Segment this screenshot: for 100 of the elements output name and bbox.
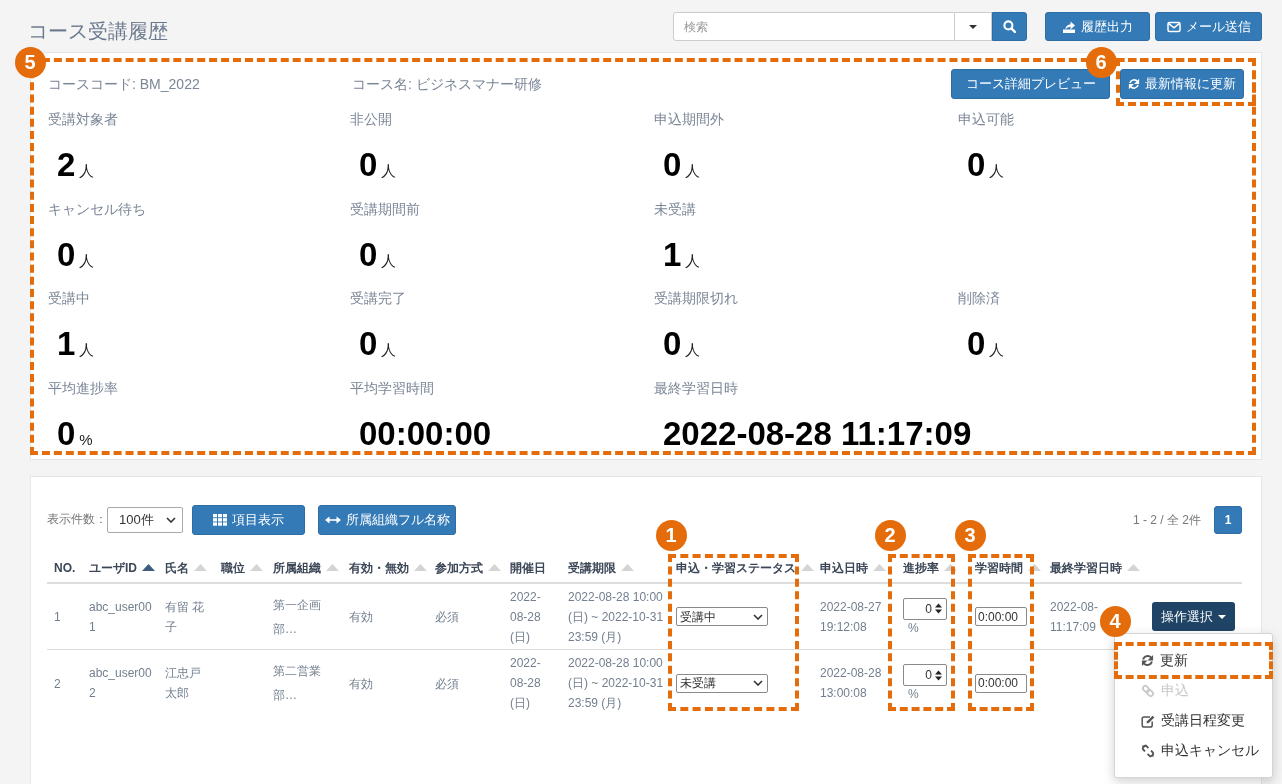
stat-value: 1 — [663, 234, 682, 275]
column-header: NO. — [54, 559, 76, 577]
progress-input[interactable]: 0 — [903, 664, 947, 686]
stat-value: 0 — [359, 324, 378, 364]
stat-unit: 人 — [381, 161, 397, 181]
grid-icon — [213, 514, 227, 526]
column-header[interactable]: 進捗率 — [903, 558, 939, 577]
user-name: 有留 花子 — [165, 598, 206, 636]
left-right-arrow-icon — [324, 514, 341, 526]
status-select[interactable]: 受講中 — [676, 607, 768, 626]
column-header[interactable]: 申込・学習ステータス — [676, 558, 796, 577]
stat-label: 受講完了 — [350, 289, 406, 308]
user-id: abc_user001 — [89, 598, 153, 636]
progress-input[interactable]: 0 — [903, 597, 947, 620]
stat-label: 受講中 — [48, 289, 90, 308]
application-datetime: 2022-08-27 19:12:08 — [820, 598, 883, 636]
column-header[interactable]: 申込日時 — [820, 558, 868, 577]
column-header[interactable]: 学習時間 — [975, 558, 1023, 577]
stat-unit: 人 — [381, 250, 397, 271]
column-header[interactable]: 氏名 — [165, 558, 189, 577]
callout-marker: 3 — [954, 519, 986, 551]
chevron-down-icon — [753, 680, 763, 686]
stat-value: 0 — [57, 413, 76, 454]
column-header[interactable]: 最終学習日時 — [1050, 558, 1122, 577]
operation-select-button[interactable]: 操作選択 — [1152, 602, 1235, 631]
refresh-icon — [1141, 654, 1154, 667]
refresh-icon — [1128, 78, 1140, 90]
stat-value: 0 — [663, 324, 682, 364]
page-button[interactable]: 1 — [1214, 506, 1242, 534]
column-header[interactable]: 参加方式 — [435, 558, 483, 577]
stat-label: 平均学習時間 — [350, 378, 434, 398]
course-preview-button[interactable]: コース詳細プレビュー — [951, 69, 1110, 99]
refresh-button[interactable]: 最新情報に更新 — [1120, 69, 1244, 99]
last-study-datetime: 2022-08- 11:17:09 — [1050, 598, 1099, 636]
column-header[interactable]: 受講期限 — [568, 558, 616, 577]
page-title: コース受講履歴 — [28, 19, 168, 43]
menu-item[interactable]: 受講日程変更 — [1119, 707, 1268, 734]
validity-status: 有効 — [349, 609, 373, 627]
menu-item[interactable]: 更新 — [1119, 647, 1268, 674]
stat-value: 0 — [359, 234, 378, 275]
status-select[interactable]: 未受講 — [676, 673, 768, 693]
stat-unit: 人 — [685, 340, 701, 360]
org-full-name-button[interactable]: 所属組織フル名称 — [318, 505, 456, 535]
stat-label: 平均進捗率 — [48, 378, 118, 398]
stat-label: 受講期限切れ — [654, 289, 738, 308]
stat-value: 1 — [57, 324, 76, 364]
stat-unit: % — [79, 429, 93, 450]
stat-unit: 人 — [79, 250, 95, 271]
page-size-select[interactable]: 100件 — [107, 507, 183, 533]
course-name: コース名: ビジネスマナー研修 — [352, 74, 542, 94]
study-time-input[interactable]: 0:00:00 — [975, 673, 1027, 693]
unit-label: % — [908, 619, 919, 636]
callout-marker: 6 — [1085, 46, 1117, 78]
stat-value: 2022-08-28 11:17:09 — [663, 413, 972, 454]
column-header[interactable]: 職位 — [221, 558, 245, 577]
course-period: 2022-08-28 10:00 (日) ~ 2022-10-31 23:59 (月) — [568, 588, 665, 646]
validity-status: 有効 — [349, 675, 373, 693]
user-id: abc_user002 — [89, 665, 153, 702]
event-date: 2022-08-28 (日) — [510, 655, 542, 712]
search-icon — [1003, 20, 1016, 33]
page-range: 1 - 2 / 全 2件 — [1132, 512, 1201, 529]
callout-marker: 5 — [14, 46, 46, 78]
mail-button[interactable]: メール送信 — [1155, 12, 1262, 41]
stat-unit: 人 — [989, 161, 1005, 181]
column-header: 開催日 — [510, 559, 546, 577]
unit-label: % — [908, 686, 919, 702]
page-size-label: 表示件数： — [47, 512, 107, 528]
stat-value: 00:00:00 — [359, 413, 492, 454]
search-field[interactable]: 検索 — [673, 12, 955, 41]
stat-label: 最終学習日時 — [654, 378, 738, 398]
callout-marker: 4 — [1099, 605, 1131, 637]
stat-label: キャンセル待ち — [48, 199, 146, 219]
stat-value: 2 — [57, 145, 76, 185]
column-header[interactable]: ユーザID — [89, 558, 137, 577]
stat-label: 受講対象者 — [48, 110, 118, 129]
row-number: 1 — [54, 609, 61, 627]
pencil-square-icon — [1141, 713, 1155, 728]
search-button[interactable] — [992, 12, 1027, 41]
tray-arrow-icon — [1062, 20, 1076, 33]
chain-link-icon — [1141, 683, 1155, 698]
stat-value: 0 — [359, 145, 378, 185]
stat-unit: 人 — [685, 161, 701, 181]
chevron-down-icon — [753, 613, 763, 620]
column-header[interactable]: 所属組織 — [273, 558, 321, 577]
application-datetime: 2022-08-28 13:00:08 — [820, 665, 883, 702]
organization-name: 第二営業部… — [273, 663, 322, 704]
broken-chain-icon — [1141, 743, 1155, 758]
chevron-down-icon — [166, 517, 176, 523]
export-button[interactable]: 履歴出力 — [1045, 12, 1150, 41]
menu-item[interactable]: 申込キャンセル — [1119, 737, 1268, 764]
event-date: 2022-08-28 (日) — [510, 588, 542, 646]
caret-down-icon — [1218, 614, 1226, 619]
stat-unit: 人 — [79, 161, 95, 181]
column-header[interactable]: 有効・無効 — [349, 558, 409, 577]
study-time-input[interactable]: 0:00:00 — [975, 607, 1027, 626]
column-display-button[interactable]: 項目表示 — [192, 505, 305, 535]
stat-unit: 人 — [685, 250, 701, 271]
stat-unit: 人 — [381, 340, 397, 360]
stat-label: 未受講 — [654, 199, 696, 219]
stat-label: 申込期間外 — [654, 110, 724, 129]
